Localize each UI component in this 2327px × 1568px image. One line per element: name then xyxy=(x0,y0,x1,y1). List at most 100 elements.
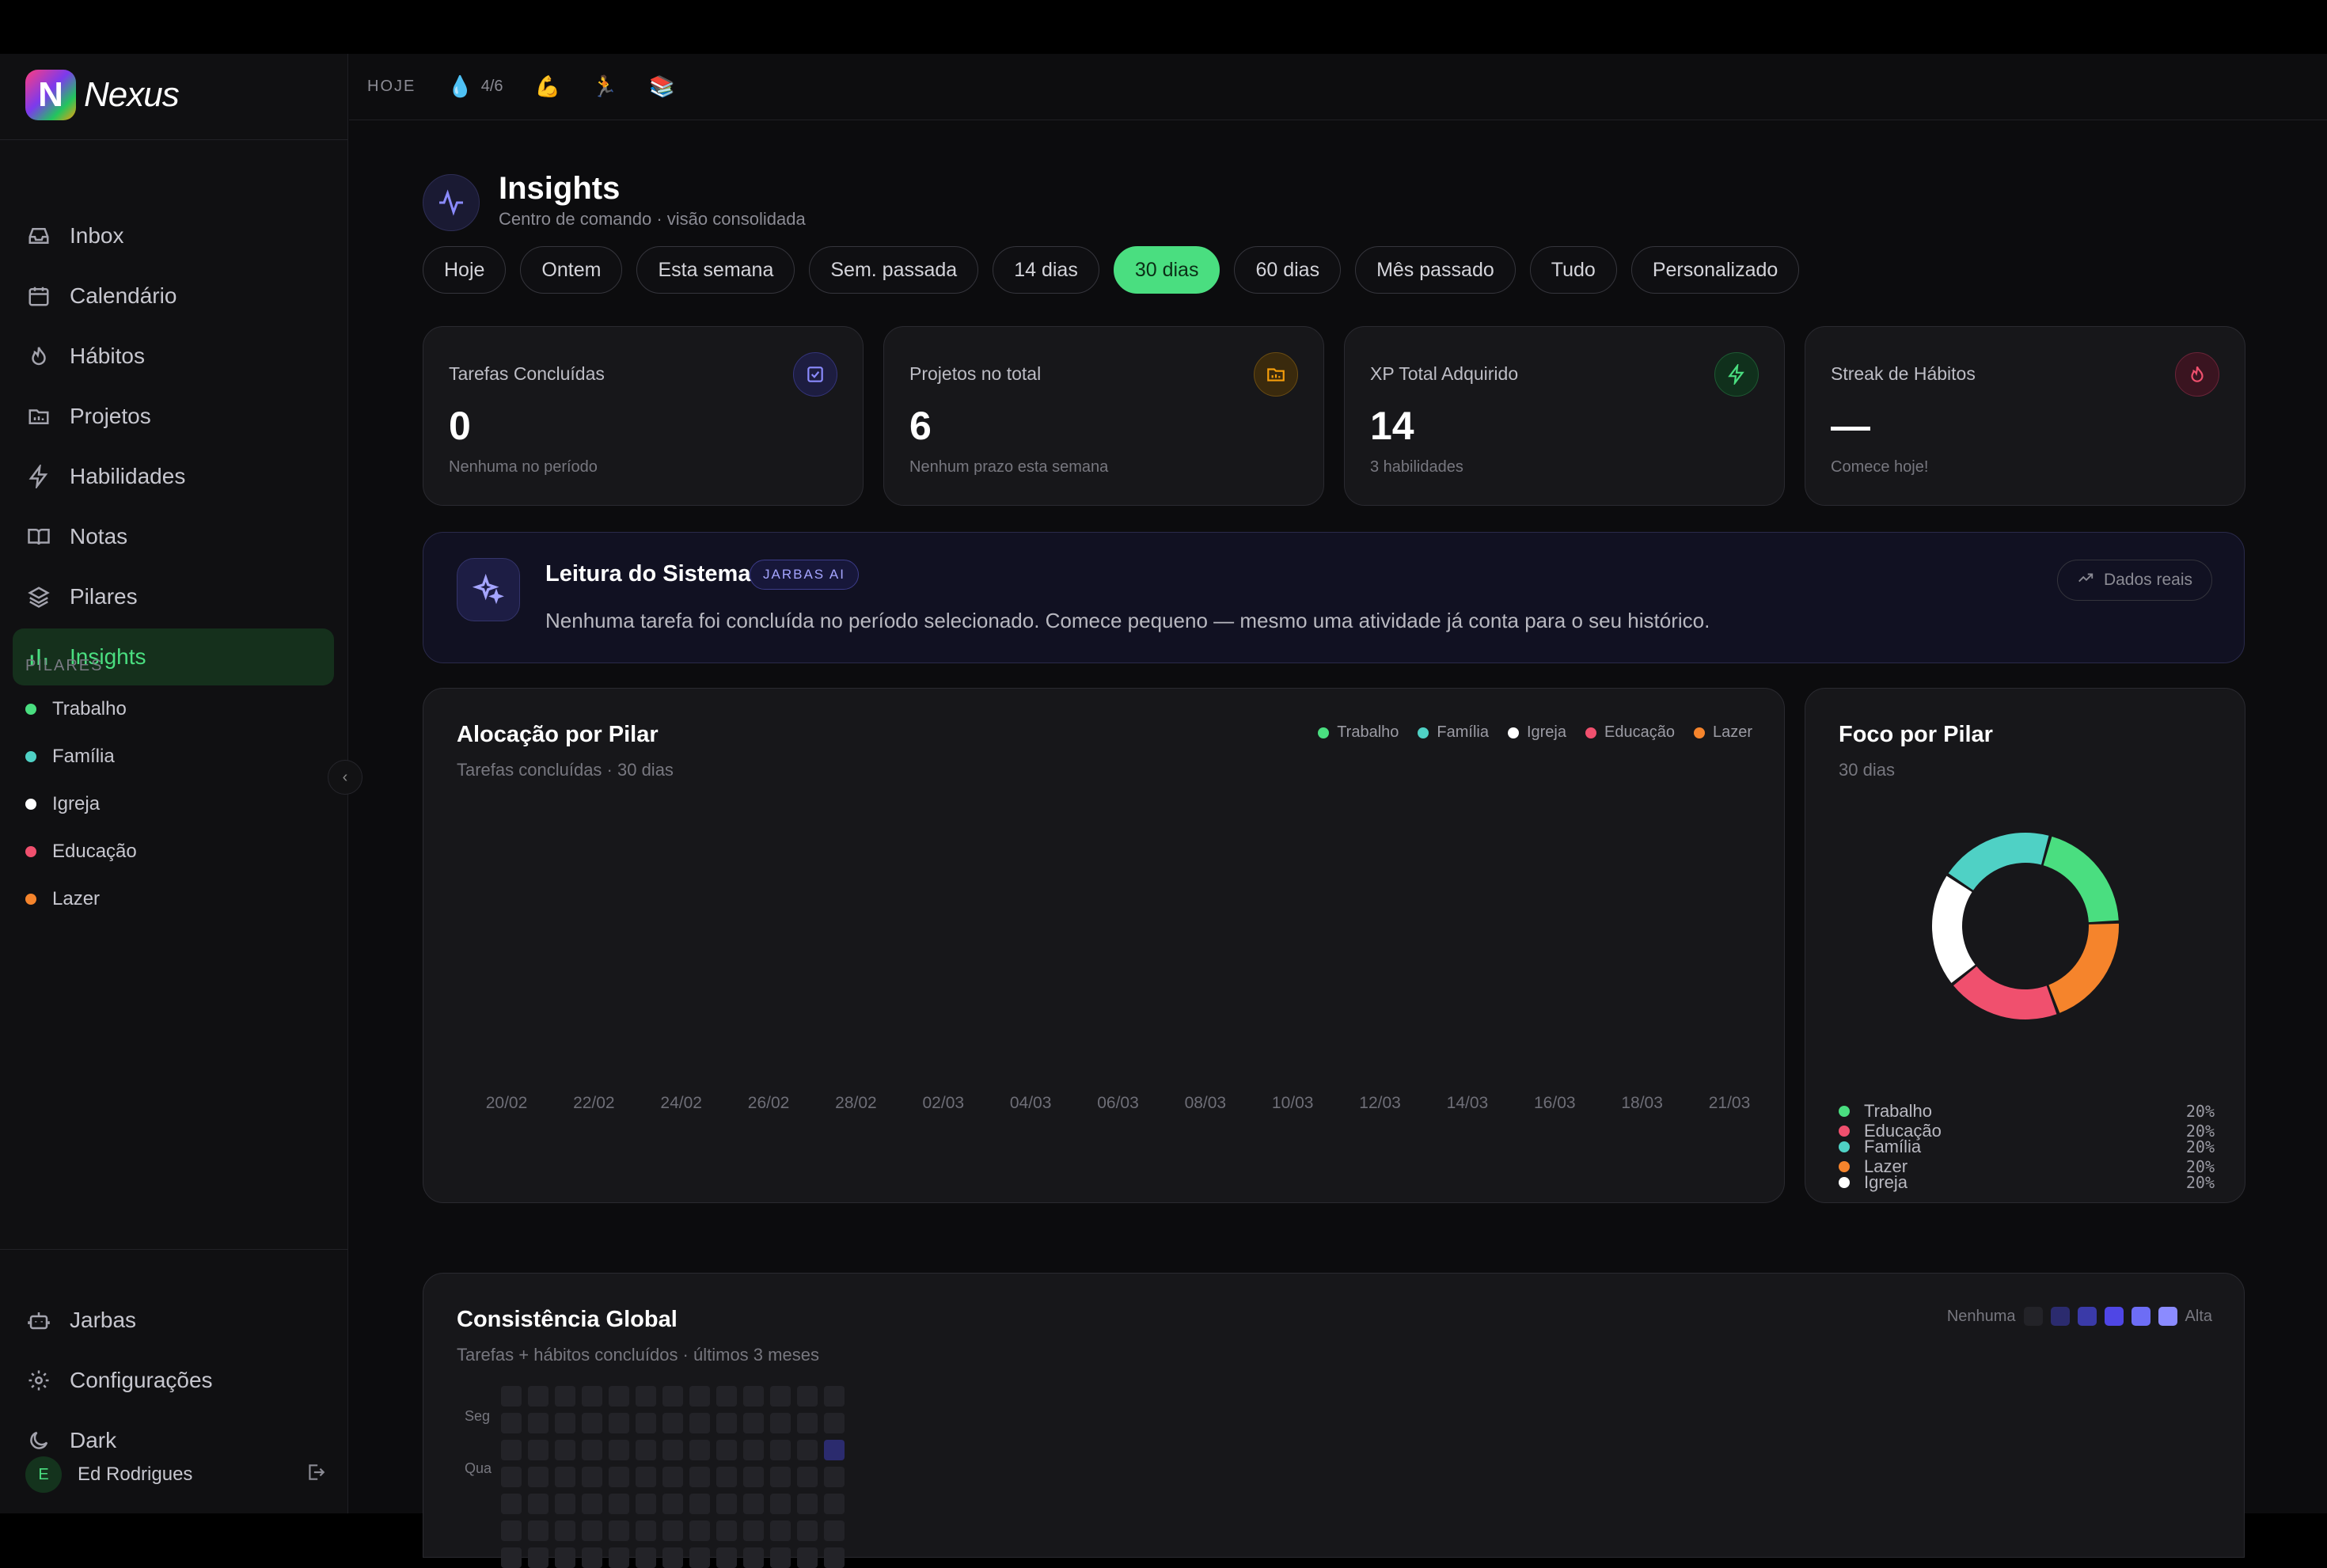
heatmap-cell[interactable] xyxy=(743,1467,764,1487)
heatmap-cell[interactable] xyxy=(770,1547,791,1568)
filter-chip-30-dias[interactable]: 30 dias xyxy=(1113,246,1220,294)
heatmap-cell[interactable] xyxy=(582,1521,602,1541)
heatmap-cell[interactable] xyxy=(582,1413,602,1433)
sidebar-item-habilidades[interactable]: Habilidades xyxy=(13,448,334,505)
heatmap-cell[interactable] xyxy=(797,1521,818,1541)
heatmap-cell[interactable] xyxy=(770,1521,791,1541)
heatmap-cell[interactable] xyxy=(716,1521,737,1541)
heatmap-cell[interactable] xyxy=(555,1521,575,1541)
heatmap-cell[interactable] xyxy=(662,1547,683,1568)
heatmap-cell[interactable] xyxy=(582,1467,602,1487)
heatmap-cell[interactable] xyxy=(824,1467,845,1487)
heatmap-cell[interactable] xyxy=(555,1494,575,1514)
heatmap-cell[interactable] xyxy=(743,1413,764,1433)
heatmap-cell[interactable] xyxy=(770,1494,791,1514)
heatmap-cell[interactable] xyxy=(528,1440,549,1460)
filter-chip-ontem[interactable]: Ontem xyxy=(520,246,623,294)
heatmap-cell[interactable] xyxy=(824,1440,845,1460)
app-logo[interactable]: N Nexus xyxy=(25,70,180,120)
sidebar-item-habitos[interactable]: Hábitos xyxy=(13,328,334,385)
heatmap-cell[interactable] xyxy=(743,1521,764,1541)
heatmap-cell[interactable] xyxy=(528,1521,549,1541)
heatmap-cell[interactable] xyxy=(689,1521,710,1541)
legend-item-igreja[interactable]: Igreja xyxy=(1507,723,1566,742)
heatmap-cell[interactable] xyxy=(743,1386,764,1407)
filter-chip-esta-semana[interactable]: Esta semana xyxy=(636,246,795,294)
heatmap-cell[interactable] xyxy=(636,1521,656,1541)
heatmap-cell[interactable] xyxy=(716,1494,737,1514)
donut-slice[interactable] xyxy=(1953,966,2057,1019)
heatmap-cell[interactable] xyxy=(716,1413,737,1433)
heatmap-cell[interactable] xyxy=(501,1440,522,1460)
heatmap-cell[interactable] xyxy=(716,1386,737,1407)
legend-item-familia[interactable]: Família xyxy=(1418,723,1489,742)
heatmap-cell[interactable] xyxy=(528,1467,549,1487)
heatmap-cell[interactable] xyxy=(689,1494,710,1514)
heatmap-cell[interactable] xyxy=(555,1467,575,1487)
donut-slice[interactable] xyxy=(1948,833,2049,890)
heatmap-cell[interactable] xyxy=(555,1440,575,1460)
heatmap-cell[interactable] xyxy=(797,1440,818,1460)
real-data-button[interactable]: Dados reais xyxy=(2056,560,2212,601)
filter-chip-hoje[interactable]: Hoje xyxy=(423,246,507,294)
heatmap-cell[interactable] xyxy=(716,1547,737,1568)
sidebar-item-projetos[interactable]: Projetos xyxy=(13,388,334,445)
heatmap-cell[interactable] xyxy=(528,1386,549,1407)
heatmap-cell[interactable] xyxy=(636,1440,656,1460)
heatmap-cell[interactable] xyxy=(743,1547,764,1568)
filter-chip-60-dias[interactable]: 60 dias xyxy=(1234,246,1342,294)
heatmap-cell[interactable] xyxy=(797,1413,818,1433)
heatmap-cell[interactable] xyxy=(689,1547,710,1568)
filter-chip-14-dias[interactable]: 14 dias xyxy=(993,246,1099,294)
heatmap-cell[interactable] xyxy=(609,1547,629,1568)
heatmap-cell[interactable] xyxy=(797,1386,818,1407)
heatmap-cell[interactable] xyxy=(689,1440,710,1460)
legend-item-educacao[interactable]: Educação xyxy=(1585,723,1675,742)
heatmap-cell[interactable] xyxy=(770,1467,791,1487)
heatmap-cell[interactable] xyxy=(636,1494,656,1514)
filter-chip-mes-passado[interactable]: Mês passado xyxy=(1355,246,1516,294)
heatmap-cell[interactable] xyxy=(609,1467,629,1487)
heatmap-cell[interactable] xyxy=(662,1413,683,1433)
collapse-sidebar-button[interactable]: ‹ xyxy=(328,760,363,795)
heatmap-cell[interactable] xyxy=(501,1521,522,1541)
heatmap-cell[interactable] xyxy=(662,1467,683,1487)
logout-icon[interactable] xyxy=(306,1462,326,1488)
heatmap-cell[interactable] xyxy=(582,1440,602,1460)
heatmap-cell[interactable] xyxy=(582,1386,602,1407)
sidebar-item-calendario[interactable]: Calendário xyxy=(13,268,334,325)
heatmap-cell[interactable] xyxy=(689,1467,710,1487)
heatmap-cell[interactable] xyxy=(636,1467,656,1487)
sidebar-item-notas[interactable]: Notas xyxy=(13,508,334,565)
heatmap-cell[interactable] xyxy=(770,1413,791,1433)
legend-item-lazer[interactable]: Lazer xyxy=(1693,723,1752,742)
heatmap-cell[interactable] xyxy=(501,1494,522,1514)
heatmap-cell[interactable] xyxy=(636,1413,656,1433)
heatmap-cell[interactable] xyxy=(555,1547,575,1568)
heatmap-cell[interactable] xyxy=(662,1521,683,1541)
pilar-item-educacao[interactable]: Educação xyxy=(25,836,137,868)
heatmap-cell[interactable] xyxy=(689,1386,710,1407)
heatmap-cell[interactable] xyxy=(662,1494,683,1514)
water-tracker[interactable]: 💧 4/6 xyxy=(447,74,503,99)
heatmap-cell[interactable] xyxy=(824,1521,845,1541)
pilar-item-lazer[interactable]: Lazer xyxy=(25,883,100,915)
heatmap-cell[interactable] xyxy=(824,1386,845,1407)
heatmap-cell[interactable] xyxy=(555,1413,575,1433)
heatmap-cell[interactable] xyxy=(582,1547,602,1568)
heatmap-cell[interactable] xyxy=(609,1494,629,1514)
heatmap-cell[interactable] xyxy=(824,1413,845,1433)
heatmap-cell[interactable] xyxy=(797,1467,818,1487)
heatmap-cell[interactable] xyxy=(797,1547,818,1568)
heatmap-cell[interactable] xyxy=(501,1386,522,1407)
pilar-item-trabalho[interactable]: Trabalho xyxy=(25,693,127,725)
heatmap-cell[interactable] xyxy=(636,1386,656,1407)
heatmap-cell[interactable] xyxy=(582,1494,602,1514)
legend-item-trabalho[interactable]: Trabalho xyxy=(1318,723,1399,742)
reading-habit[interactable]: 📚 xyxy=(649,74,674,99)
filter-chip-personalizado[interactable]: Personalizado xyxy=(1630,246,1800,294)
heatmap-cell[interactable] xyxy=(662,1386,683,1407)
heatmap-cell[interactable] xyxy=(609,1440,629,1460)
heatmap-cell[interactable] xyxy=(716,1467,737,1487)
workout-habit[interactable]: 💪 xyxy=(535,74,560,99)
